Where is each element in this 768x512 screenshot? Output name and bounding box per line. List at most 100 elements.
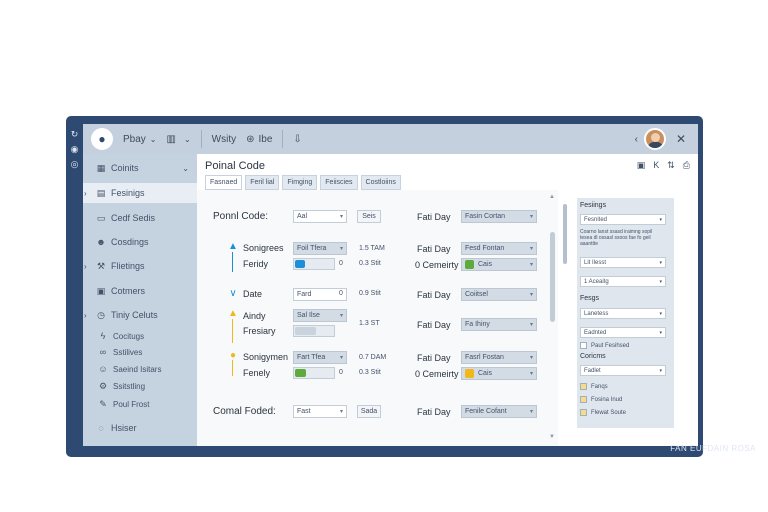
stepper-value[interactable]: 0	[339, 369, 343, 376]
pin-marker-icon: ●	[229, 350, 237, 361]
arrow-up-icon: ▲	[228, 241, 238, 252]
settings-select-4[interactable]: Lanetess ▾	[580, 308, 666, 319]
avatar[interactable]	[643, 128, 666, 150]
sidebar-item-coinits[interactable]: ▦ Coinits ⌄	[83, 158, 197, 178]
settings-select-3[interactable]: 1 Aceaitg ▾	[580, 276, 666, 287]
row-select-right[interactable]: Fesd Fontan ▾	[461, 242, 537, 255]
settings-select-2[interactable]: Lit Ilesst ▾	[580, 257, 666, 268]
window-icon[interactable]: ▣	[637, 160, 646, 171]
scroll-down-icon[interactable]: ▼	[549, 434, 555, 440]
chevron-down-icon: ▾	[339, 246, 343, 252]
settings-select-1[interactable]: Fesnited ▾	[580, 214, 666, 225]
checkbox[interactable]	[580, 383, 587, 390]
final-input[interactable]: Fast ▾	[293, 405, 347, 418]
download-icon: ⇩	[293, 133, 302, 145]
postal-code-input[interactable]: Aal ▾	[293, 210, 347, 223]
checkbox-option[interactable]: Paut Fesihsed	[580, 342, 629, 349]
tab-costloiins[interactable]: Costloiins	[360, 175, 401, 190]
sort-icon[interactable]: ⇅	[667, 160, 675, 171]
checkbox-option[interactable]: Fanqs	[580, 383, 608, 390]
final-select[interactable]: Fenile Cofant ▾	[461, 405, 537, 418]
postal-select[interactable]: Fasin Cortan ▾	[461, 210, 537, 223]
sidebar-item-cocitugs[interactable]: ϟ Cocitugs	[83, 328, 197, 344]
sidebar-item-label: Fesinigs	[111, 188, 145, 198]
checkbox[interactable]	[580, 409, 587, 416]
save-button[interactable]: Sada	[357, 405, 381, 418]
eye-icon[interactable]: ◎	[70, 160, 79, 169]
collapse-icon[interactable]: ‹	[635, 134, 638, 145]
topbar-right: ‹ ✕	[635, 128, 698, 150]
menu-wsity[interactable]: Wsity	[212, 134, 236, 145]
row-label: Fresiary	[243, 326, 276, 336]
row-label: Feridy	[243, 259, 269, 269]
menu-ibe[interactable]: ⊛ Ibe	[246, 134, 272, 145]
checkbox-option[interactable]: Flewat Soute	[580, 409, 626, 416]
tab-fasnaed[interactable]: Fasnaed	[205, 175, 243, 190]
sidebar-item-cedf-sedis[interactable]: ▭ Cedf Sedis	[83, 208, 197, 228]
menu-pbay[interactable]: Pbay ⌄	[123, 134, 157, 145]
settings-select-6[interactable]: Fadlet ▾	[580, 365, 666, 376]
chevron-down-icon: ▾	[659, 259, 662, 266]
row-select-right-value: Fasrl Fostan	[465, 354, 504, 361]
level-fill	[295, 260, 305, 268]
sidebar-item-sstilives[interactable]: ∞ Sstilives	[83, 344, 197, 360]
checkbox[interactable]	[580, 342, 587, 349]
settings-heading: Fesiings	[580, 202, 607, 209]
tab-feril-lial[interactable]: Feril lial	[245, 175, 280, 190]
row-label: Aindy	[243, 311, 266, 321]
chevron-down-icon: ▾	[529, 409, 533, 415]
final-select-value: Fenile Cofant	[465, 408, 507, 415]
postal-select-value: Fasin Cortan	[465, 213, 506, 220]
sidebar-item-label: Ssitstling	[113, 381, 146, 391]
chevron-down-icon: ▾	[529, 246, 533, 252]
sidebar-item-saeind-isitars[interactable]: ☺ Saeind Isitars	[83, 361, 197, 377]
download-button[interactable]: ⇩	[293, 134, 305, 145]
row-select-right[interactable]: Fa Ihiny ▾	[461, 318, 537, 331]
field-label: Fati Day	[417, 407, 451, 417]
field-label: Fati Day	[417, 353, 451, 363]
row-select-right[interactable]: Fasrl Fostan ▾	[461, 351, 537, 364]
apple-logo-icon[interactable]: ●	[91, 128, 113, 150]
row-select-right[interactable]: Coiitsel ▾	[461, 288, 537, 301]
row-select[interactable]: Foil Tfera ▾	[293, 242, 347, 255]
toolbar-divider	[200, 130, 202, 148]
refresh-icon[interactable]: ↻	[70, 130, 79, 139]
checkbox-option[interactable]: Fosina Inud	[580, 396, 622, 403]
sidebar-item-tiniy-celuts[interactable]: › ◷ Tiniy Celuts	[83, 305, 197, 325]
sidebar-item-ssitstling[interactable]: ⚙ Ssitstling	[83, 378, 197, 394]
settings-select-4-value: Lanetess	[584, 310, 609, 317]
close-icon[interactable]: ✕	[676, 132, 686, 146]
tab-feiiscies[interactable]: Feiiscies	[320, 175, 358, 190]
clock-icon: ◷	[97, 309, 105, 320]
collapse-icon[interactable]: K	[653, 160, 659, 171]
row-select-right[interactable]: Cais ▾	[461, 258, 537, 271]
sidebar-item-fesinigs[interactable]: › ▤ Fesinigs	[83, 183, 197, 203]
chevron-down-icon: ▾	[529, 214, 533, 220]
expand-icon: ›	[84, 188, 87, 198]
panel-scrollbar[interactable]	[563, 204, 567, 264]
stepper-value[interactable]: 0	[339, 260, 343, 267]
menu-chart[interactable]: ▥ ⌄	[167, 134, 191, 145]
level-bar[interactable]	[293, 367, 335, 379]
globe-icon[interactable]: ◉	[70, 145, 79, 154]
level-bar[interactable]	[293, 325, 335, 337]
tab-fimging[interactable]: Fimging	[282, 175, 318, 190]
scroll-up-icon[interactable]: ▲	[549, 194, 555, 200]
sidebar-item-cotmers[interactable]: ▣ Cotmers	[83, 281, 197, 301]
settings-select-5[interactable]: Eadnted ▾	[580, 327, 666, 338]
scrollbar[interactable]	[550, 232, 555, 322]
sidebar-item-poul-frost[interactable]: ✎ Poul Frost	[83, 396, 197, 412]
save-button[interactable]: Seis	[357, 210, 381, 223]
stepper-value[interactable]: 0	[339, 290, 343, 297]
level-bar[interactable]	[293, 258, 335, 270]
link-icon: ∞	[99, 347, 107, 357]
row-select[interactable]: Sal Ilse ▾	[293, 309, 347, 322]
sidebar-item-cosdings[interactable]: ☻ Cosdings	[83, 232, 197, 252]
sidebar-item-hsiser[interactable]: ◌ Hsiser	[83, 418, 197, 438]
share-icon[interactable]: ⎙	[683, 160, 690, 171]
settings-card: Fesiings Fesnited ▾ Coarno lanst ssasd ir…	[577, 198, 674, 428]
row-select[interactable]: Fart Tfea ▾	[293, 351, 347, 364]
checkbox[interactable]	[580, 396, 587, 403]
row-select-right[interactable]: Cais ▾	[461, 367, 537, 380]
sidebar-item-flietings[interactable]: › ⚒ Flietings	[83, 256, 197, 276]
